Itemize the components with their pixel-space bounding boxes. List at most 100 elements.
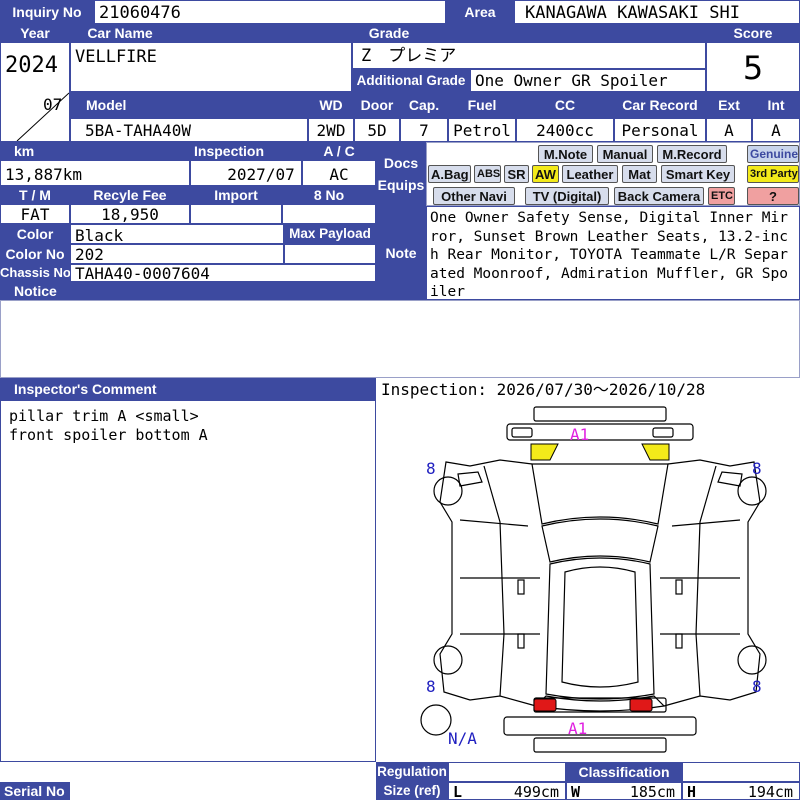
equips-label: Equips [377,177,425,193]
tire-tread-fr: 8 [752,459,762,478]
km-value: 13,887km [0,160,190,186]
front-bumper-top [533,406,667,422]
width-value: 185cm [629,783,675,800]
color-no-label: Color No [0,244,70,264]
chassis-value: TAHA40-0007604 [70,264,376,282]
regulation-label: Regulation [376,762,448,782]
docs-equips-label: Docs Equips [376,142,426,206]
wheel-rear-left [433,645,463,675]
year-label: Year [0,24,70,42]
height-label: H [687,783,697,800]
inspection-label: Inspection [190,142,302,160]
wheel-rear-right [737,645,767,675]
model-value: 5BA-TAHA40W [70,118,308,142]
regulation-value [448,762,566,782]
docs-label: Docs [383,155,419,171]
right-side [663,459,761,707]
wd-value: 2WD [308,118,354,142]
cc-label: CC [516,92,614,118]
taillight-right [629,698,653,712]
length-label: L [453,783,463,800]
inquiry-number: 21060476 [94,0,446,24]
tire-tread-rl: 8 [426,677,436,696]
notice-area [0,300,800,378]
equip-smart-key: Smart Key [661,165,735,183]
length-value: 499cm [513,783,559,800]
comment-line-2: front spoiler bottom A [9,426,208,444]
front-bumper [506,423,694,441]
equip-airbag: A.Bag [428,165,471,183]
color-label: Color [0,224,70,244]
ext-value: A [706,118,752,142]
score-label: Score [706,24,800,42]
headlight-right [641,443,670,461]
import-value [190,204,282,224]
tm-label: T / M [0,186,70,204]
serial-no-value [70,782,376,800]
equip-genuine: Genuine [747,145,799,163]
equip-tv-digital: TV (Digital) [525,187,609,205]
note-label: Note [376,206,426,300]
size-ref-label: Size (ref) [376,782,448,800]
equip-unknown: ? [747,187,799,205]
additional-grade-label: Additional Grade [352,69,470,92]
roof-inner [561,566,639,688]
left-rear-handle [517,633,525,649]
import-label: Import [190,186,282,204]
tm-value: FAT [0,204,70,224]
car-record-value: Personal [614,118,706,142]
size-height: H 194cm [682,782,800,800]
recycle-fee-label: Recyle Fee [70,186,190,204]
inspection-range: Inspection: 2026/07/30～2026/10/28 [376,378,800,402]
spare-tire-status: N/A [448,729,477,748]
chassis-label: Chassis No [0,264,70,282]
headlight-left [530,443,559,461]
car-name-value: VELLFIRE [70,42,352,92]
eight-no-value [282,204,376,224]
month-value: 07 [43,95,63,114]
car-damage-diagram: A1 A1 8 8 8 8 N/A [420,406,767,753]
classification-value [682,762,800,782]
left-pillar-line [483,465,505,697]
rear-bumper [503,716,697,736]
classification-label: Classification [566,762,682,782]
color-value: Black [70,224,284,244]
label-filler-2 [426,24,706,42]
additional-grade-value: One Owner GR Spoiler [470,69,706,92]
grade-label: Grade [352,24,426,42]
front-fog-right [652,427,674,438]
equip-sunroof: SR [504,165,529,183]
area-value: KANAGAWA KAWASAKI SHI [514,0,800,24]
year-block: 2024 07 [0,42,70,142]
wheel-front-left [433,476,463,506]
door-value: 5D [354,118,400,142]
left-side [439,459,537,707]
ext-label: Ext [706,92,752,118]
tire-tread-rr: 8 [752,677,762,696]
equip-etc: ETC [708,187,735,205]
equip-leather: Leather [562,165,618,183]
left-mirror [457,471,483,487]
cc-value: 2400cc [516,118,614,142]
rear-damage-mark: A1 [568,719,587,738]
windshield [541,518,659,563]
recycle-fee-value: 18,950 [70,204,190,224]
area-label: Area [446,0,514,24]
equip-m-record: M.Record [657,145,727,163]
ac-value: AC [302,160,376,186]
tire-tread-fl: 8 [426,459,436,478]
right-mirror [717,471,743,487]
label-filler [170,24,352,42]
int-label: Int [752,92,800,118]
cap-label: Cap. [400,92,448,118]
inspector-comment-label: Inspector's Comment [0,378,376,400]
note-text: One Owner Safety Sense, Digital Inner Mi… [426,206,800,300]
eight-no-label: 8 No [282,186,376,204]
fuel-label: Fuel [448,92,516,118]
size-width: W 185cm [566,782,682,800]
equip-third-party: 3rd Party [747,165,799,183]
car-name-label: Car Name [70,24,170,42]
serial-no-label: Serial No [0,782,70,800]
grade-value: Z プレミア [352,42,706,69]
fuel-value: Petrol [448,118,516,142]
